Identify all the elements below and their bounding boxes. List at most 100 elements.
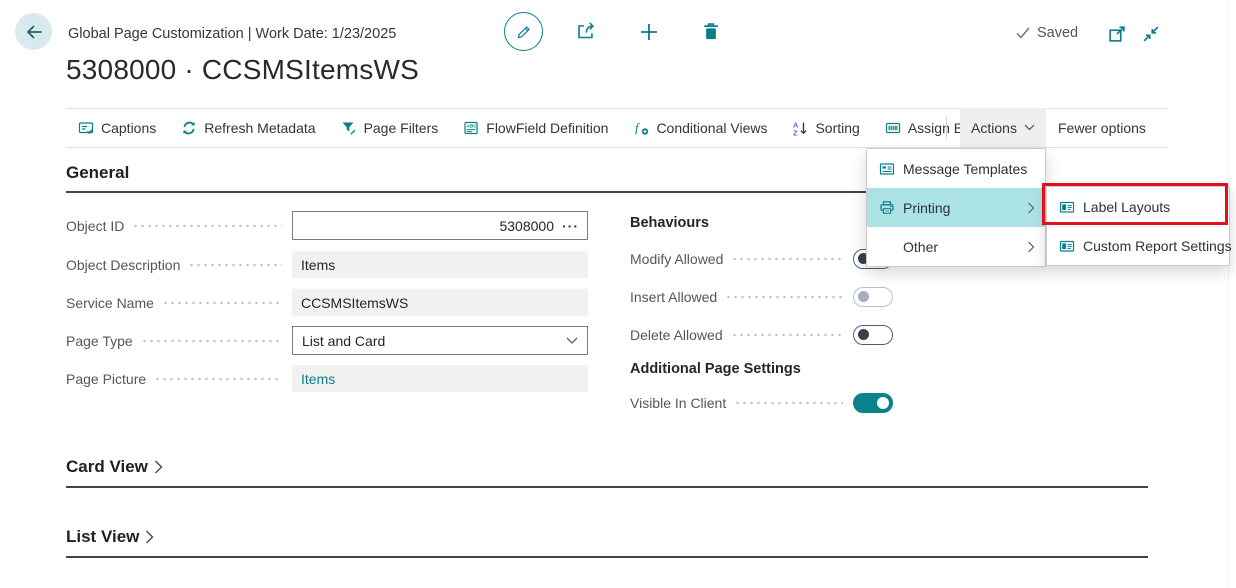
chevron-down-icon — [1024, 124, 1035, 131]
toolbar-item-label: Captions — [101, 120, 156, 136]
field-row-service-name: Service Name CCSMSItemsWS — [66, 288, 588, 317]
field-value: Items — [301, 257, 335, 273]
back-arrow-icon — [24, 22, 44, 42]
dotted-leader — [162, 301, 282, 305]
actions-menu-button[interactable]: Actions — [960, 108, 1046, 147]
menu-item-label-layouts[interactable]: Label Layouts — [1047, 187, 1229, 226]
menu-item-printing[interactable]: Printing — [867, 188, 1045, 227]
back-button[interactable] — [15, 13, 52, 50]
toolbar-item-conditional-views[interactable]: f Conditional Views — [633, 120, 767, 136]
toolbar-item-captions[interactable]: Captions — [78, 120, 156, 136]
fewer-options-button[interactable]: Fewer options — [1058, 108, 1146, 147]
open-window-icon — [1107, 24, 1127, 44]
section-title-list-view[interactable]: List View — [66, 527, 154, 547]
field-label: Object ID — [66, 218, 124, 234]
flowfield-icon: ABC — [463, 120, 479, 136]
field-label: Service Name — [66, 295, 154, 311]
menu-item-message-templates[interactable]: Message Templates — [867, 149, 1045, 188]
dotted-leader — [734, 401, 843, 405]
toolbar-item-refresh-metadata[interactable]: Refresh Metadata — [181, 120, 315, 136]
service-name-field[interactable]: CCSMSItemsWS — [292, 289, 588, 316]
add-button[interactable] — [636, 19, 662, 45]
share-icon — [576, 21, 598, 43]
field-row-page-picture: Page Picture Items — [66, 364, 588, 393]
function-icon: f — [633, 120, 649, 136]
toggle-knob — [858, 291, 869, 302]
toolbar-item-label: FlowField Definition — [486, 120, 608, 136]
dotted-leader — [141, 339, 282, 343]
saved-label: Saved — [1037, 25, 1078, 41]
printer-icon — [879, 200, 895, 216]
page: Global Page Customization | Work Date: 1… — [0, 0, 1236, 588]
delete-allowed-toggle[interactable] — [853, 325, 893, 345]
open-in-window-button[interactable] — [1104, 21, 1130, 47]
toggle-label: Insert Allowed — [630, 289, 717, 305]
message-templates-icon — [879, 161, 895, 177]
svg-text:Z: Z — [793, 128, 798, 135]
page-type-select[interactable]: List and Card — [292, 326, 588, 355]
field-label: Page Picture — [66, 371, 146, 387]
page-title: 5308000 · CCSMSItemsWS — [66, 54, 419, 86]
field-label: Object Description — [66, 257, 180, 273]
chevron-right-icon — [1027, 241, 1035, 253]
object-description-field[interactable]: Items — [292, 251, 588, 278]
toolbar-item-page-filters[interactable]: Page Filters — [341, 120, 439, 136]
captions-icon — [78, 120, 94, 136]
visible-in-client-toggle[interactable] — [853, 393, 893, 413]
save-status: Saved — [1016, 25, 1078, 41]
toggle-row-delete-allowed: Delete Allowed — [630, 324, 893, 346]
menu-item-label: Custom Report Settings — [1083, 238, 1232, 254]
chevron-right-icon — [1027, 202, 1035, 214]
edit-button[interactable] — [504, 12, 543, 51]
menu-item-custom-report-settings[interactable]: Custom Report Settings — [1047, 226, 1229, 265]
insert-allowed-toggle — [853, 287, 893, 307]
field-row-page-type: Page Type List and Card — [66, 326, 588, 355]
list-view-underline — [66, 556, 1148, 558]
toolbar-item-label: Sorting — [815, 120, 859, 136]
dotted-leader — [154, 377, 282, 381]
field-row-object-description: Object Description Items — [66, 250, 588, 279]
chevron-right-icon — [154, 460, 163, 474]
assist-edit-button[interactable]: ··· — [562, 218, 579, 234]
collapse-button[interactable] — [1138, 21, 1164, 47]
custom-report-settings-icon — [1059, 238, 1075, 254]
field-value: List and Card — [302, 333, 566, 349]
printing-submenu: Label Layouts Custom Report Settings — [1046, 186, 1230, 266]
section-title-label: List View — [66, 527, 139, 547]
dotted-leader — [731, 333, 843, 337]
section-title-general[interactable]: General — [66, 163, 129, 183]
page-picture-field[interactable]: Items — [292, 365, 588, 392]
toggle-knob — [877, 397, 889, 409]
toolbar-separator — [946, 116, 947, 139]
chevron-down-icon — [566, 337, 578, 345]
toolbar-item-flowfield-definition[interactable]: ABC FlowField Definition — [463, 120, 608, 136]
toggle-row-modify-allowed: Modify Allowed — [630, 248, 893, 270]
dotted-leader — [132, 224, 282, 228]
chevron-right-icon — [145, 530, 154, 544]
actions-label: Actions — [971, 120, 1017, 136]
svg-text:f: f — [635, 120, 641, 135]
toolbar-item-sorting[interactable]: AZ Sorting — [792, 120, 859, 136]
card-view-underline — [66, 486, 1148, 488]
object-id-input[interactable]: 5308000 ··· — [292, 211, 588, 240]
field-row-object-id: Object ID 5308000 ··· — [66, 211, 588, 240]
filter-edit-icon — [341, 120, 357, 136]
additional-page-settings-heading: Additional Page Settings — [630, 361, 801, 377]
sort-az-icon: AZ — [792, 120, 808, 136]
field-label: Page Type — [66, 333, 133, 349]
behaviours-heading: Behaviours — [630, 215, 709, 231]
actions-dropdown-menu: Message Templates Printing Other — [866, 148, 1046, 267]
toolbar-item-label: Refresh Metadata — [204, 120, 315, 136]
barcode-icon — [885, 120, 901, 136]
toggle-label: Visible In Client — [630, 395, 726, 411]
menu-item-other[interactable]: Other — [867, 227, 1045, 266]
dotted-leader — [188, 263, 282, 267]
section-title-card-view[interactable]: Card View — [66, 457, 163, 477]
section-title-label: Card View — [66, 457, 148, 477]
trash-icon — [700, 21, 722, 43]
page-picture-link[interactable]: Items — [301, 371, 335, 387]
menu-item-label: Other — [903, 239, 938, 255]
toggle-label: Modify Allowed — [630, 251, 723, 267]
delete-button[interactable] — [698, 19, 724, 45]
share-button[interactable] — [574, 19, 600, 45]
